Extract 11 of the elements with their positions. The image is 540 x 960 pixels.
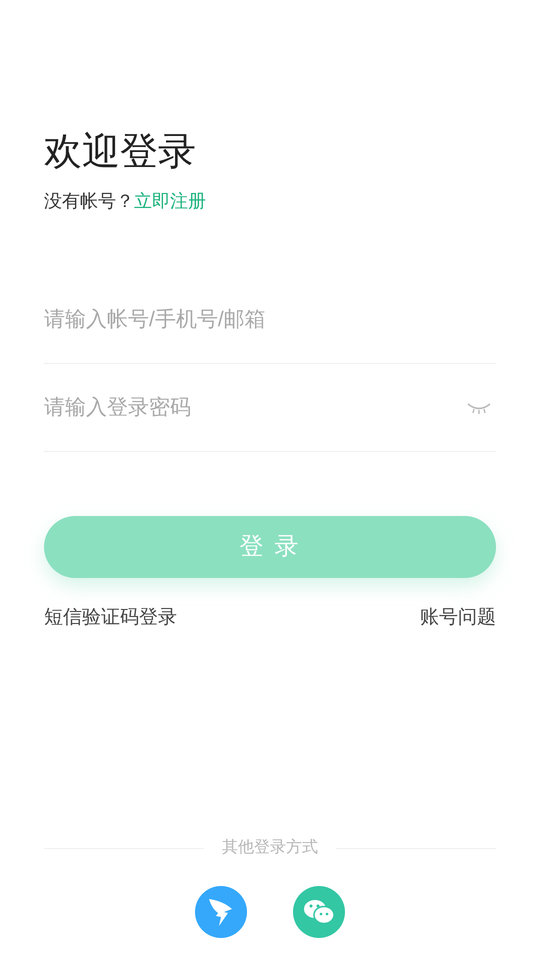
page-title: 欢迎登录 — [44, 130, 197, 175]
password-field[interactable]: 请输入登录密码 — [44, 392, 466, 424]
chat-login-button[interactable] — [293, 886, 345, 938]
account-help-link[interactable]: 账号问题 — [420, 604, 496, 632]
wing-login-button[interactable] — [195, 886, 247, 938]
register-prompt: 没有帐号？ — [44, 190, 134, 213]
account-field[interactable]: 请输入帐号/手机号/邮箱 — [44, 304, 496, 336]
sms-login-link[interactable]: 短信验证码登录 — [44, 604, 177, 632]
chat-bubbles-icon — [303, 898, 335, 926]
eye-closed-icon[interactable] — [466, 400, 492, 414]
other-login-label: 其他登录方式 — [222, 838, 318, 858]
